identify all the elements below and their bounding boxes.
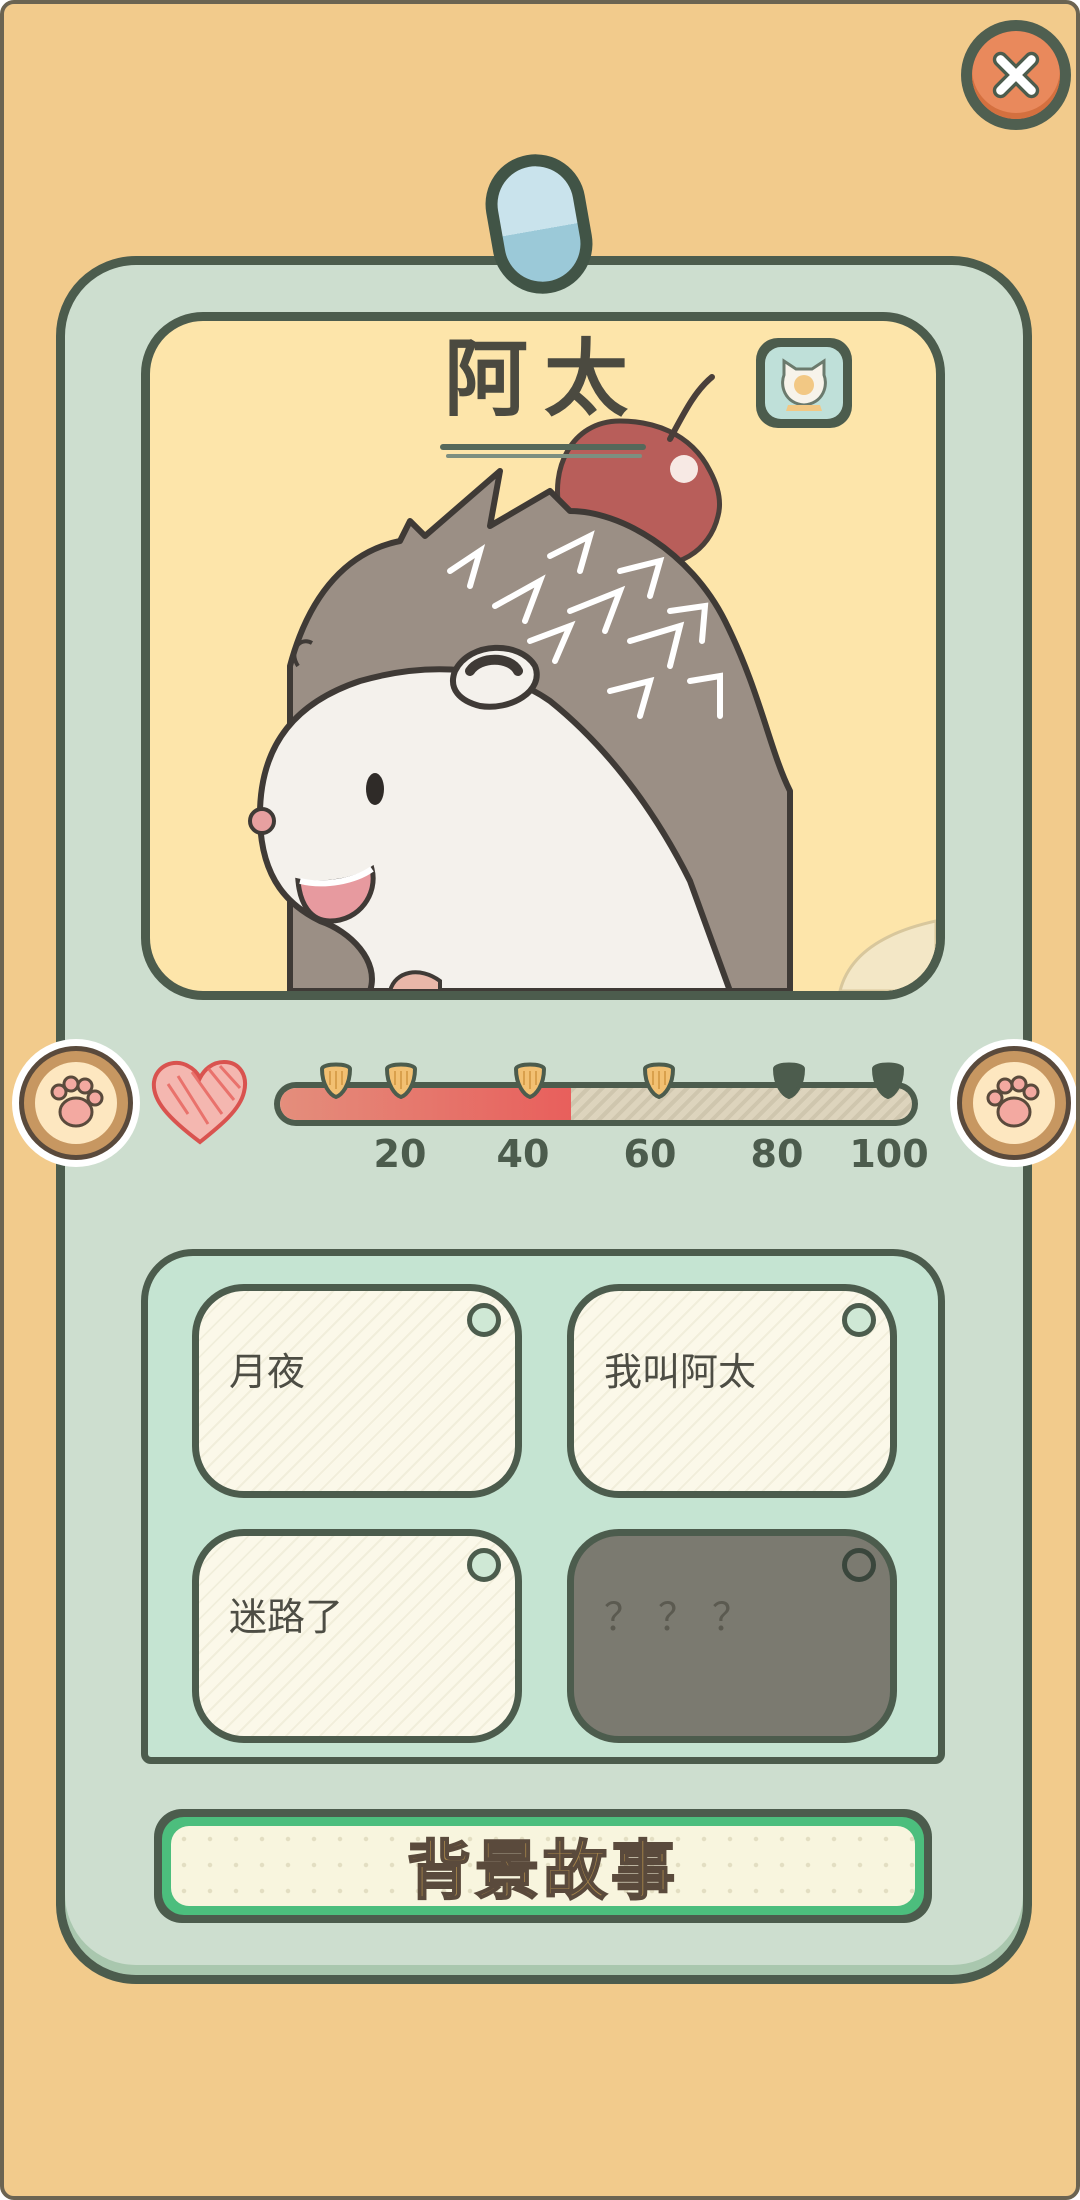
memory-pin-icon <box>467 1303 501 1337</box>
milestone-unlocked-icon <box>641 1059 677 1100</box>
close-button[interactable] <box>961 20 1071 130</box>
locked-memory-card[interactable]: ？？？ <box>567 1529 897 1743</box>
affection-tick-label: 100 <box>849 1132 929 1176</box>
memory-card[interactable]: 月夜 <box>192 1284 522 1498</box>
milestone-locked-icon <box>870 1059 906 1100</box>
affection-progress-bar <box>274 1082 918 1126</box>
character-name: 阿太 <box>443 329 644 428</box>
affection-tick-label: 40 <box>496 1132 550 1176</box>
affection-tick-label: 60 <box>623 1132 677 1176</box>
milestone-unlocked-icon <box>383 1059 419 1100</box>
milestone-unlocked-icon <box>512 1059 548 1100</box>
background-story-button[interactable]: 背景故事 <box>154 1809 932 1923</box>
memory-card[interactable]: 迷路了 <box>192 1529 522 1743</box>
previous-character-paw-button[interactable] <box>12 1039 140 1167</box>
affection-tick-label: 80 <box>750 1132 804 1176</box>
affection-tick-label: 20 <box>373 1132 427 1176</box>
name-underline-shadow <box>446 454 642 458</box>
paw-icon <box>973 1062 1055 1144</box>
cat-face-icon[interactable] <box>756 338 852 428</box>
milestone-locked-icon <box>771 1059 807 1100</box>
memory-pin-icon <box>467 1548 501 1582</box>
memory-label: 迷路了 <box>229 1595 344 1639</box>
background-story-label: 背景故事 <box>406 1834 679 1910</box>
paw-icon <box>35 1062 117 1144</box>
memory-card[interactable]: 我叫阿太 <box>567 1284 897 1498</box>
memory-label: 我叫阿太 <box>604 1350 757 1394</box>
close-icon <box>972 31 1060 119</box>
memory-label: 月夜 <box>229 1350 306 1394</box>
heart-icon <box>148 1054 252 1150</box>
memory-label: ？？？ <box>604 1595 767 1639</box>
memory-pin-icon <box>842 1303 876 1337</box>
milestone-unlocked-icon <box>318 1059 354 1100</box>
next-character-paw-button[interactable] <box>950 1039 1076 1167</box>
memory-pin-icon <box>842 1548 876 1582</box>
character-profile-screen: 阿太 20 40 60 80 100 月夜 我叫阿太 迷路了 ？？？ 背景故事 <box>0 0 1080 2200</box>
name-underline <box>440 444 646 450</box>
